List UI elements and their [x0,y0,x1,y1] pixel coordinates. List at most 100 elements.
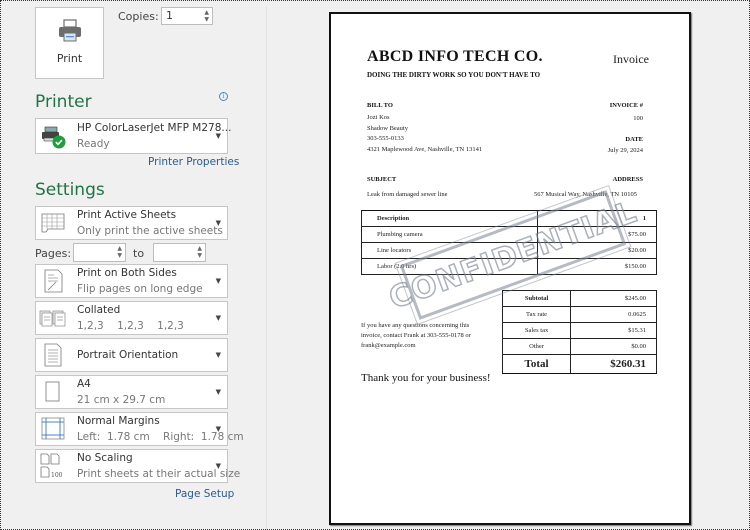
printer-section-title: Printer [35,92,92,112]
copies-input[interactable]: 1 ▲ ▼ [161,7,213,25]
item-description: Line locators [361,242,538,259]
item-description: Plumbing camera [361,226,538,243]
printer-dropdown[interactable]: HP ColorLaserJet MFP M278... Ready ▼ [35,118,232,154]
setting-subtitle: 21 cm x 29.7 cm [77,394,166,406]
line-items-table: Description 1 Plumbing camera $75.00 Lin… [361,210,658,275]
chevron-down-icon: ▼ [215,132,221,140]
info-icon[interactable]: i [219,92,228,101]
totals-row: Other $0.00 [501,338,657,355]
print-button[interactable]: Print [35,7,104,79]
to-label: to [133,247,145,260]
printer-properties-link[interactable]: Printer Properties [148,156,239,168]
spin-up-icon[interactable]: ▲ [204,9,209,16]
totals-row: Tax rate 0.0625 [501,306,657,323]
invoice-title: Invoice [613,52,649,66]
collation-dropdown[interactable]: Collated 1,2,3 1,2,3 1,2,3 ▼ [35,301,228,335]
settings-section-title: Settings [35,180,105,200]
invoice-number: 100 [633,115,643,122]
spin-down-icon[interactable]: ▼ [204,16,209,23]
item-amount: $75.00 [536,226,658,243]
totals-label: Sales tax [501,322,572,339]
printer-status: Ready [77,138,110,150]
panel-divider [266,6,267,530]
header-description: Description [361,210,538,227]
header-amount: 1 [536,210,658,227]
item-description: Labor (2.0 hrs) [361,258,538,275]
sheets-icon [41,213,65,233]
grand-total-row: Total $260.31 [501,354,657,374]
contact-note: If you have any questions concerning thi… [361,321,471,351]
pages-from-input[interactable]: ▲ ▼ [73,243,126,262]
chevron-down-icon: ▼ [215,351,221,359]
printer-ready-icon [42,126,66,149]
totals-value: 0.0625 [570,306,657,323]
chevron-down-icon: ▼ [215,462,221,470]
invoice-number-label: INVOICE # [609,102,643,109]
totals-label: Subtotal [501,290,572,307]
svg-text:100: 100 [51,472,63,479]
chevron-down-icon: ▼ [215,219,221,227]
table-row: Line locators $20.00 [361,242,658,259]
duplex-dropdown[interactable]: Print on Both Sides Flip pages on long e… [35,264,228,298]
orientation-dropdown[interactable]: Portrait Orientation ▼ [35,338,228,372]
table-row: Plumbing camera $75.00 [361,226,658,243]
total-value: $260.31 [570,354,657,374]
printer-icon [58,19,81,42]
scaling-dropdown[interactable]: 100 No Scaling Print sheets at their act… [35,449,240,483]
print-settings-panel: Print Copies: 1 ▲ ▼ Printer i HP ColorLa… [0,0,266,530]
chevron-down-icon: ▼ [215,425,221,433]
company-tagline: DOING THE DIRTY WORK SO YOU DON'T HAVE T… [367,71,541,79]
item-amount: $20.00 [536,242,658,259]
print-what-dropdown[interactable]: Print Active Sheets Only print the activ… [35,206,228,240]
chevron-down-icon: ▼ [215,388,221,396]
bill-to-name: Jozi Kos [367,114,390,121]
table-row: Labor (2.0 hrs) $150.00 [361,258,658,275]
bill-to-phone: 303-555-0133 [367,135,404,142]
pages-from-spinner[interactable]: ▲ ▼ [117,245,122,259]
copies-spinner[interactable]: ▲ ▼ [204,9,209,23]
totals-table: Subtotal $245.00 Tax rate 0.0625 Sales t… [501,290,657,374]
totals-label: Other [501,338,572,355]
contact-note-line: If you have any questions concerning thi… [361,322,470,329]
printer-name: HP ColorLaserJet MFP M278... [77,122,232,134]
pages-to-spinner[interactable]: ▲ ▼ [197,245,202,259]
chevron-down-icon: ▼ [215,314,221,322]
page-setup-link[interactable]: Page Setup [175,488,234,500]
bill-to-address: 4321 Maplewood Ave, Nashville, TN 13141 [367,145,483,153]
collated-icon [39,310,66,327]
bill-to-label: BILL TO [367,102,393,109]
address-label: ADDRESS [612,176,643,183]
setting-title: No Scaling [77,452,133,464]
subject-text: Leak from damaged sewer line [367,191,448,198]
chevron-down-icon: ▼ [215,277,221,285]
pages-label: Pages: [35,247,72,260]
subject-label: SUBJECT [367,176,397,183]
print-label: Print [56,52,83,65]
date-label: DATE [625,136,643,143]
pages-to-input[interactable]: ▲ ▼ [153,243,206,262]
total-label: Total [501,354,572,374]
setting-title: Collated [77,304,121,316]
paper-size-dropdown[interactable]: A4 21 cm x 29.7 cm ▼ [35,375,228,409]
bill-to-company: Shadow Beauty [367,124,408,132]
duplex-icon [44,269,63,293]
totals-value: $0.00 [570,338,657,355]
totals-value: $15.31 [570,322,657,339]
copies-label: Copies: [118,10,159,23]
address-text: 567 Musical Way, Nashville, TN 10105 [534,191,637,198]
setting-subtitle: 1,2,3 1,2,3 1,2,3 [77,320,184,332]
setting-title: Print Active Sheets [77,209,177,221]
setting-title: Print on Both Sides [77,267,177,279]
copies-value: 1 [166,9,173,22]
thank-you-note: Thank you for your business! [361,372,491,384]
totals-row: Subtotal $245.00 [501,290,657,307]
print-preview-page: ABCD INFO TECH CO. Invoice DOING THE DIR… [329,12,691,525]
margins-dropdown[interactable]: Normal Margins Left: 1.78 cm Right: 1.78… [35,412,244,446]
paper-size-icon [45,381,60,402]
setting-title: A4 [77,378,91,390]
setting-title: Portrait Orientation [77,349,179,361]
totals-label: Tax rate [501,306,572,323]
table-header-row: Description 1 [361,210,658,227]
totals-row: Sales tax $15.31 [501,322,657,339]
invoice-date: July 29, 2024 [607,147,643,154]
